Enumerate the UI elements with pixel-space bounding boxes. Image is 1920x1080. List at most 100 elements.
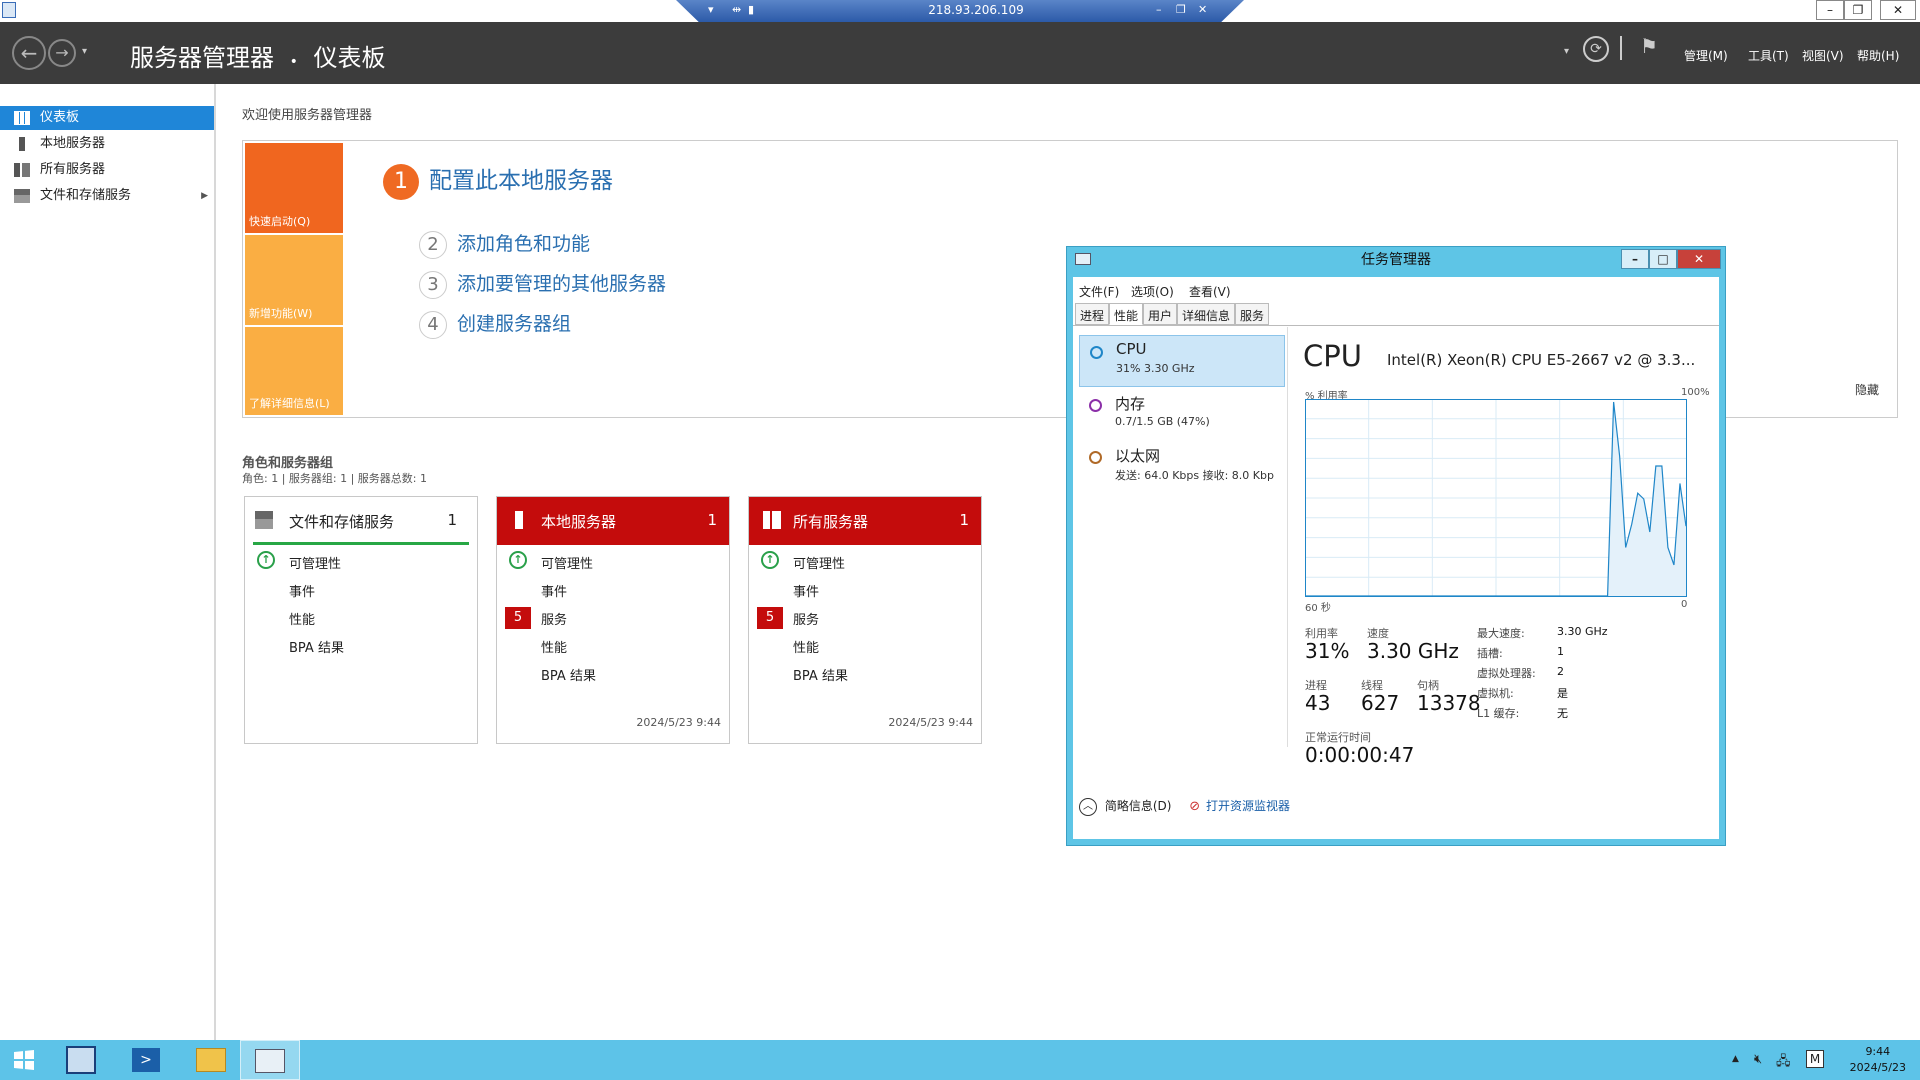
- card-row[interactable]: BPA 结果: [793, 665, 848, 684]
- connection-icon[interactable]: ⇹: [732, 3, 741, 16]
- card-row[interactable]: BPA 结果: [289, 637, 344, 656]
- storage-icon: [255, 511, 273, 529]
- speed-value: 3.30 GHz: [1367, 639, 1459, 663]
- forward-icon[interactable]: →: [48, 39, 76, 67]
- tm-maximize-button[interactable]: □: [1649, 249, 1677, 269]
- menu-tools[interactable]: 工具(T): [1748, 47, 1789, 64]
- alert-badge[interactable]: 5: [505, 607, 531, 629]
- tm-menu-file[interactable]: 文件(F): [1079, 283, 1119, 300]
- hide-link[interactable]: 隐藏: [1855, 381, 1879, 398]
- step-number: 1: [383, 164, 419, 200]
- rdp-restore-icon[interactable]: ❐: [1176, 3, 1186, 16]
- taskbar-clock[interactable]: 9:44 2024/5/23: [1850, 1044, 1906, 1076]
- server-manager-app-icon: [2, 2, 16, 18]
- card-row[interactable]: 服务: [793, 609, 819, 628]
- resource-memory[interactable]: 内存 0.7/1.5 GB (47%): [1079, 389, 1285, 441]
- step-add-servers[interactable]: 3 添加要管理的其他服务器: [419, 269, 666, 299]
- tm-minimize-button[interactable]: –: [1621, 249, 1649, 269]
- card-row[interactable]: 事件: [289, 581, 315, 600]
- pane-divider[interactable]: [1287, 327, 1288, 747]
- signal-icon: ▮: [748, 3, 755, 16]
- sidebar-item-file-storage[interactable]: 文件和存储服务 ▶: [0, 184, 214, 208]
- tab-performance[interactable]: 性能: [1109, 303, 1144, 325]
- notifications-flag-icon[interactable]: ⚑: [1640, 34, 1658, 58]
- card-row[interactable]: 性能: [289, 609, 315, 628]
- servers-icon: [763, 511, 781, 529]
- input-method-icon[interactable]: M: [1806, 1050, 1824, 1068]
- step-configure-local-server[interactable]: 1 配置此本地服务器: [383, 161, 613, 200]
- refresh-icon[interactable]: ⟳: [1583, 36, 1609, 62]
- step-add-roles[interactable]: 2 添加角色和功能: [419, 229, 590, 259]
- alert-badge[interactable]: 5: [757, 607, 783, 629]
- detail-label: 虚拟机:: [1477, 687, 1514, 700]
- taskbar-task-manager[interactable]: [240, 1040, 300, 1080]
- start-button[interactable]: [0, 1040, 48, 1080]
- open-resource-monitor-link[interactable]: 打开资源监视器: [1206, 799, 1290, 813]
- card-header[interactable]: 所有服务器 1: [749, 497, 981, 545]
- tm-menu-options[interactable]: 选项(O): [1131, 283, 1174, 300]
- resource-ethernet[interactable]: 以太网 发送: 64.0 Kbps 接收: 8.0 Kbp: [1079, 441, 1285, 493]
- card-row[interactable]: 事件: [541, 581, 567, 600]
- fewer-details-link[interactable]: 简略信息(D): [1105, 799, 1172, 813]
- resource-cpu[interactable]: CPU 31% 3.30 GHz: [1079, 335, 1285, 387]
- card-header[interactable]: 文件和存储服务 1: [253, 497, 469, 545]
- back-icon[interactable]: ←: [12, 36, 46, 70]
- card-row[interactable]: 可管理性: [793, 553, 845, 572]
- restore-button[interactable]: ❐: [1844, 0, 1872, 20]
- pin-icon[interactable]: ▾: [708, 3, 714, 16]
- tab-processes[interactable]: 进程: [1075, 303, 1110, 325]
- card-row[interactable]: BPA 结果: [541, 665, 596, 684]
- task-manager-window[interactable]: 任务管理器 – □ ✕ 文件(F) 选项(O) 查看(V) 进程 性能 用户 详…: [1066, 246, 1726, 846]
- menu-manage[interactable]: 管理(M): [1684, 47, 1728, 64]
- cpu-indicator-icon: [1090, 346, 1103, 359]
- tab-users[interactable]: 用户: [1143, 303, 1178, 325]
- graph-ymax: 100%: [1681, 387, 1710, 398]
- menu-help[interactable]: 帮助(H): [1857, 47, 1899, 64]
- card-file-storage[interactable]: 文件和存储服务 1 ↑ 可管理性 事件 性能 BPA 结果: [244, 496, 478, 744]
- taskbar-file-explorer[interactable]: [180, 1040, 240, 1080]
- taskbar-server-manager[interactable]: [52, 1040, 112, 1080]
- history-dropdown-icon[interactable]: ▾: [82, 46, 87, 57]
- card-row[interactable]: 性能: [541, 637, 567, 656]
- tile-quick-start[interactable]: 快速启动(Q): [245, 143, 343, 233]
- sidebar-item-all-servers[interactable]: 所有服务器: [0, 158, 214, 182]
- taskbar-powershell[interactable]: >: [116, 1040, 176, 1080]
- card-local-server[interactable]: 本地服务器 1 ↑ 可管理性 事件 5 服务 性能 BPA 结果 2024/5/…: [496, 496, 730, 744]
- network-icon[interactable]: 🖧︎: [1776, 1052, 1791, 1074]
- card-row[interactable]: 服务: [541, 609, 567, 628]
- cpu-model: Intel(R) Xeon(R) CPU E5-2667 v2 @ 3.3...: [1387, 351, 1696, 369]
- show-hidden-icons-icon[interactable]: ▲: [1732, 1054, 1739, 1064]
- breadcrumb-root[interactable]: 服务器管理器: [130, 44, 274, 72]
- tab-services[interactable]: 服务: [1235, 303, 1270, 325]
- card-row[interactable]: 性能: [793, 637, 819, 656]
- tile-whats-new[interactable]: 新增功能(W): [245, 235, 343, 325]
- expand-arrow-icon[interactable]: ▶: [201, 184, 208, 208]
- detail-value: 1: [1557, 645, 1564, 658]
- tab-details[interactable]: 详细信息: [1177, 303, 1236, 325]
- card-title: 本地服务器: [541, 513, 617, 531]
- card-all-servers[interactable]: 所有服务器 1 ↑ 可管理性 事件 5 服务 性能 BPA 结果 2024/5/…: [748, 496, 982, 744]
- step-create-group[interactable]: 4 创建服务器组: [419, 309, 571, 339]
- dropdown-icon[interactable]: ▾: [1564, 46, 1569, 57]
- tile-learn-more[interactable]: 了解详细信息(L): [245, 327, 343, 415]
- card-header[interactable]: 本地服务器 1: [497, 497, 729, 545]
- card-row[interactable]: 可管理性: [289, 553, 341, 572]
- card-row[interactable]: 事件: [793, 581, 819, 600]
- sidebar-item-dashboard[interactable]: 仪表板: [0, 106, 214, 130]
- server-manager-icon: [66, 1046, 96, 1074]
- menu-view[interactable]: 视图(V): [1802, 47, 1844, 64]
- card-row[interactable]: 可管理性: [541, 553, 593, 572]
- step-number: 2: [419, 231, 447, 259]
- tm-menu-view[interactable]: 查看(V): [1189, 283, 1231, 300]
- detail-value: 3.30 GHz: [1557, 625, 1608, 638]
- handles-value: 13378: [1417, 691, 1481, 715]
- graph-xstart: 60 秒: [1305, 603, 1331, 614]
- tm-close-button[interactable]: ✕: [1677, 249, 1721, 269]
- collapse-chevron-icon[interactable]: ︿: [1079, 797, 1097, 816]
- rdp-close-icon[interactable]: ✕: [1198, 3, 1207, 16]
- rdp-minimize-icon[interactable]: –: [1156, 3, 1162, 16]
- speaker-muted-icon[interactable]: 🔇︎: [1754, 1052, 1762, 1067]
- sidebar-item-local-server[interactable]: 本地服务器: [0, 132, 214, 156]
- minimize-button[interactable]: –: [1816, 0, 1844, 20]
- close-button[interactable]: ✕: [1880, 0, 1916, 20]
